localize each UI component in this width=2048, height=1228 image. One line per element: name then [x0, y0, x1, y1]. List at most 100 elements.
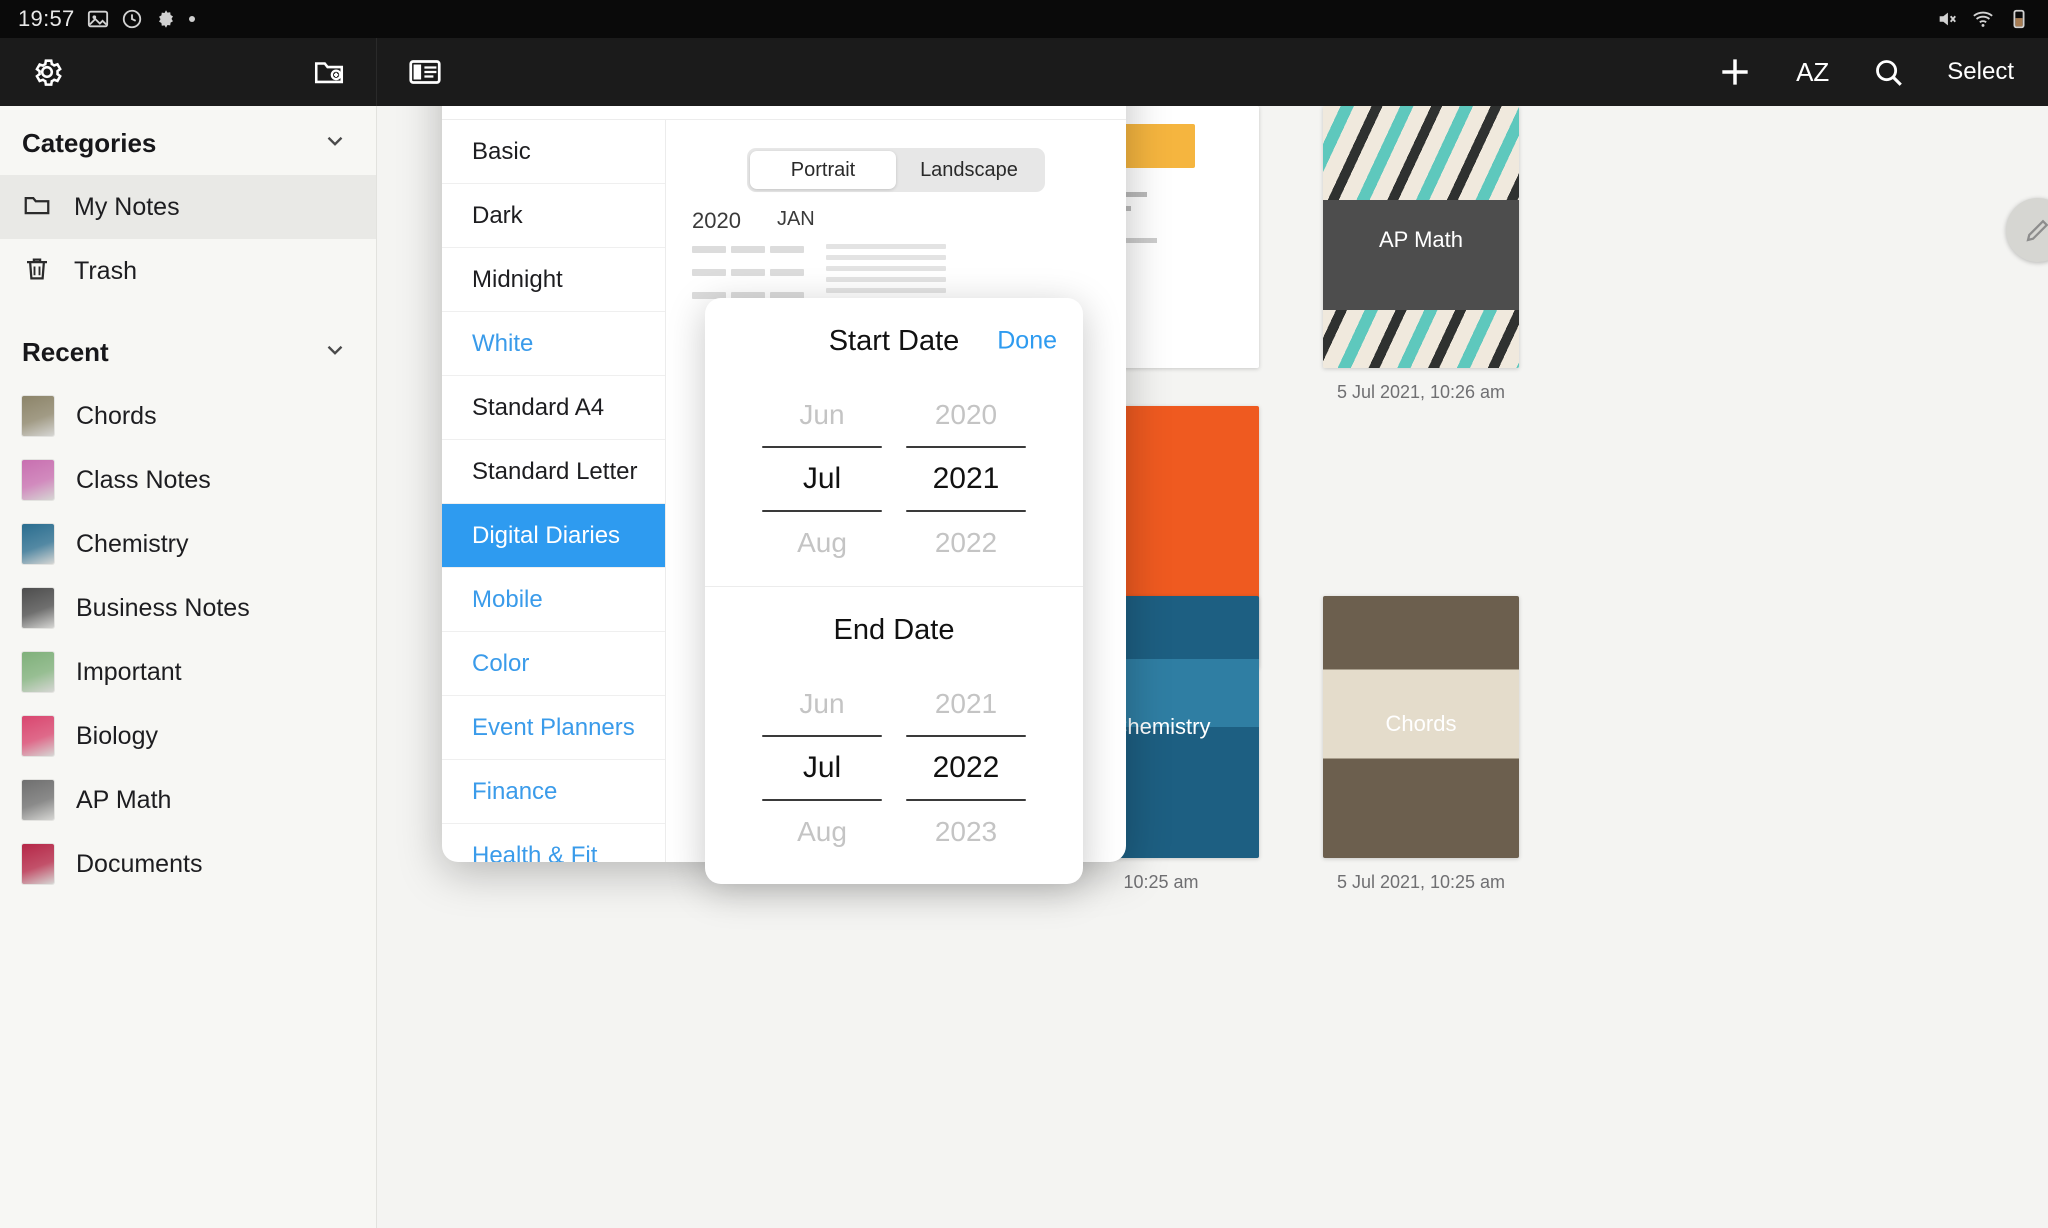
template-option-color[interactable]: Color: [442, 632, 665, 696]
template-option-mobile[interactable]: Mobile: [442, 568, 665, 632]
wheel-value[interactable]: 2022: [906, 512, 1026, 574]
template-option-standard-a4[interactable]: Standard A4: [442, 376, 665, 440]
recent-item-label: Business Notes: [76, 594, 250, 623]
end-month-wheel[interactable]: JunJulAug: [762, 673, 882, 863]
wheel-value[interactable]: 2020: [906, 384, 1026, 446]
sidebar-item-my-notes[interactable]: My Notes: [0, 175, 376, 239]
select-button[interactable]: Select: [1947, 58, 2014, 86]
trash-icon: [22, 254, 52, 289]
status-bar-left: 19:57: [18, 6, 195, 32]
recent-item-business-notes[interactable]: Business Notes: [0, 576, 376, 640]
note-thumbnail: [22, 780, 54, 820]
date-range-picker: Start Date Done JunJulAug 202020212022 E…: [705, 298, 1083, 884]
recent-item-chemistry[interactable]: Chemistry: [0, 512, 376, 576]
end-date-title: End Date: [834, 614, 955, 647]
status-bar-right: [1936, 8, 2030, 30]
recent-item-chords[interactable]: Chords: [0, 384, 376, 448]
recent-header[interactable]: Recent: [0, 303, 376, 384]
start-date-header: Start Date Done: [705, 298, 1083, 384]
template-option-basic[interactable]: Basic: [442, 120, 665, 184]
recent-item-label: Chemistry: [76, 530, 189, 559]
recent-list: Chords Class Notes Chemistry Business Notes…: [0, 384, 376, 896]
folder-icon: [22, 190, 52, 225]
note-thumbnail: [22, 652, 54, 692]
template-option-dark[interactable]: Dark: [442, 184, 665, 248]
note-thumbnail: [22, 460, 54, 500]
add-button[interactable]: [1716, 53, 1754, 91]
gear-icon: [155, 8, 177, 30]
recent-item-label: Important: [76, 658, 182, 687]
start-date-title: Start Date: [829, 325, 960, 358]
template-category-list[interactable]: BasicDarkMidnightWhiteStandard A4Standar…: [442, 120, 666, 862]
template-option-midnight[interactable]: Midnight: [442, 248, 665, 312]
end-date-wheels[interactable]: JunJulAug 202120222023: [705, 673, 1083, 875]
calendar-preview-labels: 2020 JAN: [692, 208, 1116, 234]
template-option-standard-letter[interactable]: Standard Letter: [442, 440, 665, 504]
recent-item-ap-math[interactable]: AP Math: [0, 768, 376, 832]
recent-item-label: Chords: [76, 402, 157, 431]
new-folder-icon[interactable]: [312, 55, 346, 89]
recent-item-documents[interactable]: Documents: [0, 832, 376, 896]
wheel-value[interactable]: 2021: [906, 673, 1026, 735]
start-year-wheel[interactable]: 202020212022: [906, 384, 1026, 574]
wheel-value[interactable]: Jul: [762, 737, 882, 799]
wheel-value[interactable]: Jun: [762, 673, 882, 735]
note-cover[interactable]: AP Math: [1323, 106, 1519, 368]
done-button[interactable]: Done: [997, 327, 1057, 356]
wheel-value[interactable]: 2023: [906, 801, 1026, 863]
wheel-value[interactable]: Jun: [762, 384, 882, 446]
recent-item-biology[interactable]: Biology: [0, 704, 376, 768]
wheel-value[interactable]: 2022: [906, 737, 1026, 799]
start-month-wheel[interactable]: JunJulAug: [762, 384, 882, 574]
clock-icon: [121, 8, 143, 30]
note-caption: 5 Jul 2021, 10:26 am: [1323, 382, 1519, 403]
template-option-event-planners[interactable]: Event Planners: [442, 696, 665, 760]
chevron-down-icon[interactable]: [322, 128, 348, 159]
sidebar-layout-icon[interactable]: [407, 54, 443, 90]
categories-list: My Notes Trash: [0, 175, 376, 303]
sort-az-button[interactable]: AZ: [1796, 57, 1829, 88]
wifi-icon: [1972, 8, 1994, 30]
end-date-section: End Date JunJulAug 202120222023: [705, 586, 1083, 875]
template-option-health-fit[interactable]: Health & Fit: [442, 824, 665, 862]
note-caption: 5 Jul 2021, 10:25 am: [1323, 872, 1519, 893]
orientation-toggle[interactable]: Portrait Landscape: [747, 148, 1045, 192]
gear-icon[interactable]: [30, 55, 64, 89]
recent-title: Recent: [22, 337, 109, 368]
search-icon[interactable]: [1871, 55, 1905, 89]
template-option-digital-diaries[interactable]: Digital Diaries: [442, 504, 665, 568]
end-date-header: End Date: [705, 587, 1083, 673]
orientation-option-portrait[interactable]: Portrait: [750, 151, 896, 189]
wheel-value[interactable]: Aug: [762, 801, 882, 863]
status-bar: 19:57: [0, 0, 2048, 38]
sidebar: Categories My Notes Trash Recent Chords Cl…: [0, 106, 377, 1228]
categories-title: Categories: [22, 128, 156, 159]
start-date-wheels[interactable]: JunJulAug 202020212022: [705, 384, 1083, 586]
preview-month: JAN: [777, 208, 815, 234]
chevron-down-icon[interactable]: [322, 337, 348, 368]
note-card[interactable]: Chords 5 Jul 2021, 10:25 am: [1323, 596, 1519, 893]
wheel-value[interactable]: Aug: [762, 512, 882, 574]
sidebar-item-trash[interactable]: Trash: [0, 239, 376, 303]
end-year-wheel[interactable]: 202120222023: [906, 673, 1026, 863]
template-option-white[interactable]: White: [442, 312, 665, 376]
note-caption: 10:25 am: [1063, 872, 1259, 893]
calendar-preview[interactable]: 2020 JAN: [692, 208, 1116, 310]
wheel-value[interactable]: Jul: [762, 448, 882, 510]
note-cover[interactable]: Chords: [1323, 596, 1519, 858]
status-clock: 19:57: [18, 6, 75, 32]
orientation-option-landscape[interactable]: Landscape: [896, 151, 1042, 189]
note-thumbnail: [22, 396, 54, 436]
preview-year: 2020: [692, 208, 741, 234]
dot-icon: [189, 16, 195, 22]
note-thumbnail: [22, 588, 54, 628]
wheel-value[interactable]: 2021: [906, 448, 1026, 510]
recent-item-class-notes[interactable]: Class Notes: [0, 448, 376, 512]
categories-header[interactable]: Categories: [0, 106, 376, 175]
template-option-finance[interactable]: Finance: [442, 760, 665, 824]
recent-item-label: Class Notes: [76, 466, 211, 495]
recent-item-important[interactable]: Important: [0, 640, 376, 704]
image-icon: [87, 8, 109, 30]
note-card[interactable]: AP Math 5 Jul 2021, 10:26 am: [1323, 106, 1519, 403]
sidebar-item-label: My Notes: [74, 193, 180, 222]
